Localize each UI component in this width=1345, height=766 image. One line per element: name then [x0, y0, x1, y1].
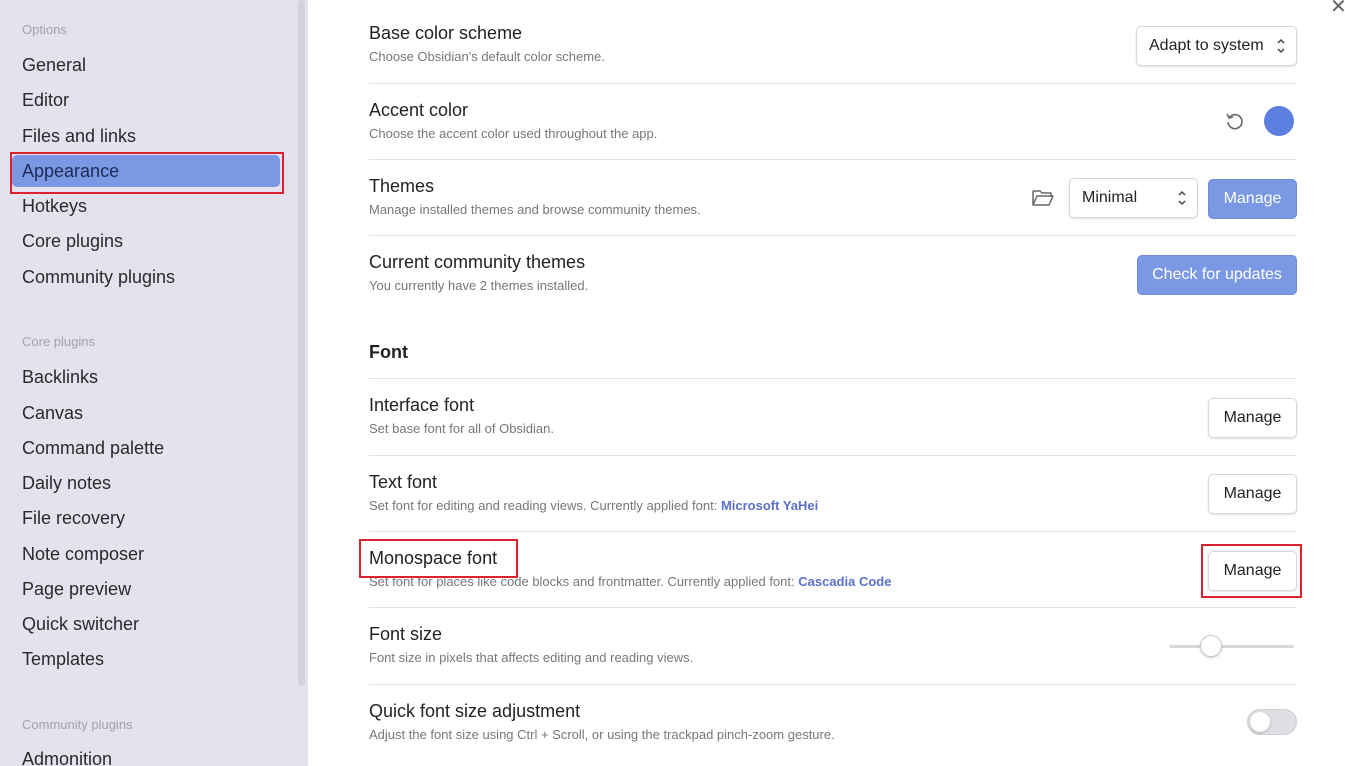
setting-name: Interface font — [369, 395, 475, 415]
setting-description: Choose the accent color used throughout … — [369, 126, 658, 141]
font-size-slider-thumb[interactable] — [1200, 635, 1222, 657]
setting-description: Font size in pixels that affects editing… — [369, 650, 694, 665]
setting-description: Manage installed themes and browse commu… — [369, 202, 701, 217]
quick-font-size-toggle[interactable] — [1247, 709, 1297, 735]
setting-accent-color: Accent color Choose the accent color use… — [369, 99, 657, 143]
themes-manage-button[interactable]: Manage — [1208, 179, 1297, 219]
sidebar-item-files-and-links[interactable]: Files and links — [12, 120, 280, 152]
check-for-updates-button[interactable]: Check for updates — [1137, 255, 1297, 295]
setting-description: You currently have 2 themes installed. — [369, 278, 589, 293]
monospace-font-manage-button[interactable]: Manage — [1208, 551, 1297, 591]
sidebar-item-appearance[interactable]: Appearance — [12, 155, 280, 187]
sidebar-item-command-palette[interactable]: Command palette — [12, 432, 280, 464]
font-size-slider-track[interactable] — [1169, 645, 1294, 648]
setting-quick-font-size-adjustment: Quick font size adjustment Adjust the fo… — [369, 700, 835, 744]
divider — [369, 684, 1297, 685]
sidebar-item-admonition[interactable]: Admonition — [12, 743, 280, 766]
sidebar-item-hotkeys[interactable]: Hotkeys — [12, 190, 280, 222]
sidebar-heading-options: Options — [22, 22, 67, 37]
setting-themes: Themes Manage installed themes and brows… — [369, 175, 701, 219]
base-color-scheme-select[interactable]: Adapt to system — [1136, 26, 1297, 66]
interface-font-manage-button[interactable]: Manage — [1208, 398, 1297, 438]
divider — [369, 378, 1297, 379]
section-title-font: Font — [369, 342, 408, 362]
text-font-manage-button[interactable]: Manage — [1208, 474, 1297, 514]
sidebar-item-templates[interactable]: Templates — [12, 643, 280, 675]
setting-name: Font size — [369, 624, 443, 644]
setting-interface-font: Interface font Set base font for all of … — [369, 394, 554, 438]
description-text: Set font for editing and reading views. … — [369, 498, 718, 513]
accent-color-swatch[interactable] — [1264, 106, 1294, 136]
sidebar-item-community-plugins[interactable]: Community plugins — [12, 261, 280, 293]
divider — [369, 235, 1297, 236]
setting-name: Monospace font — [369, 548, 498, 568]
sidebar-item-daily-notes[interactable]: Daily notes — [12, 467, 280, 499]
theme-select[interactable]: Minimal — [1069, 178, 1198, 218]
sidebar-heading-community-plugins: Community plugins — [22, 717, 133, 732]
divider — [369, 83, 1297, 84]
sidebar-item-canvas[interactable]: Canvas — [12, 397, 280, 429]
close-icon[interactable]: ✕ — [1330, 0, 1345, 19]
setting-name: Quick font size adjustment — [369, 701, 581, 721]
sidebar-item-backlinks[interactable]: Backlinks — [12, 361, 280, 393]
settings-sidebar: Options General Editor Files and links A… — [0, 0, 308, 766]
setting-description: Set base font for all of Obsidian. — [369, 421, 554, 436]
sidebar-item-core-plugins[interactable]: Core plugins — [12, 225, 280, 257]
sidebar-scrollbar[interactable] — [298, 0, 305, 686]
chevron-updown-icon — [1177, 179, 1187, 232]
applied-font-name: Cascadia Code — [798, 574, 892, 589]
divider — [369, 531, 1297, 532]
sidebar-item-general[interactable]: General — [12, 49, 280, 81]
setting-name: Accent color — [369, 100, 469, 120]
setting-description: Adjust the font size using Ctrl + Scroll… — [369, 727, 835, 742]
divider — [369, 159, 1297, 160]
setting-description: Set font for editing and reading views. … — [369, 497, 818, 515]
setting-name: Themes — [369, 176, 435, 196]
setting-text-font: Text font Set font for editing and readi… — [369, 471, 818, 515]
toggle-knob — [1250, 712, 1270, 732]
sidebar-item-quick-switcher[interactable]: Quick switcher — [12, 608, 280, 640]
folder-open-icon[interactable] — [1031, 187, 1055, 209]
setting-name: Current community themes — [369, 252, 586, 272]
setting-name: Base color scheme — [369, 23, 523, 43]
divider — [369, 455, 1297, 456]
setting-monospace-font: Monospace font Set font for places like … — [369, 547, 891, 591]
setting-font-size: Font size Font size in pixels that affec… — [369, 623, 693, 667]
select-value: Adapt to system — [1149, 37, 1264, 54]
sidebar-item-note-composer[interactable]: Note composer — [12, 538, 280, 570]
description-text: Set font for places like code blocks and… — [369, 574, 795, 589]
select-value: Minimal — [1082, 189, 1138, 206]
chevron-updown-icon — [1276, 27, 1286, 80]
sidebar-item-file-recovery[interactable]: File recovery — [12, 502, 280, 534]
applied-font-name: Microsoft YaHei — [720, 498, 819, 513]
setting-description: Choose Obsidian's default color scheme. — [369, 49, 605, 64]
setting-name: Text font — [369, 472, 438, 492]
sidebar-item-editor[interactable]: Editor — [12, 84, 280, 116]
reset-icon[interactable] — [1224, 110, 1246, 132]
setting-base-color-scheme: Base color scheme Choose Obsidian's defa… — [369, 22, 605, 66]
setting-current-community-themes: Current community themes You currently h… — [369, 251, 588, 295]
divider — [369, 607, 1297, 608]
setting-description: Set font for places like code blocks and… — [369, 573, 891, 591]
sidebar-item-page-preview[interactable]: Page preview — [12, 573, 280, 605]
sidebar-heading-core-plugins: Core plugins — [22, 334, 95, 349]
